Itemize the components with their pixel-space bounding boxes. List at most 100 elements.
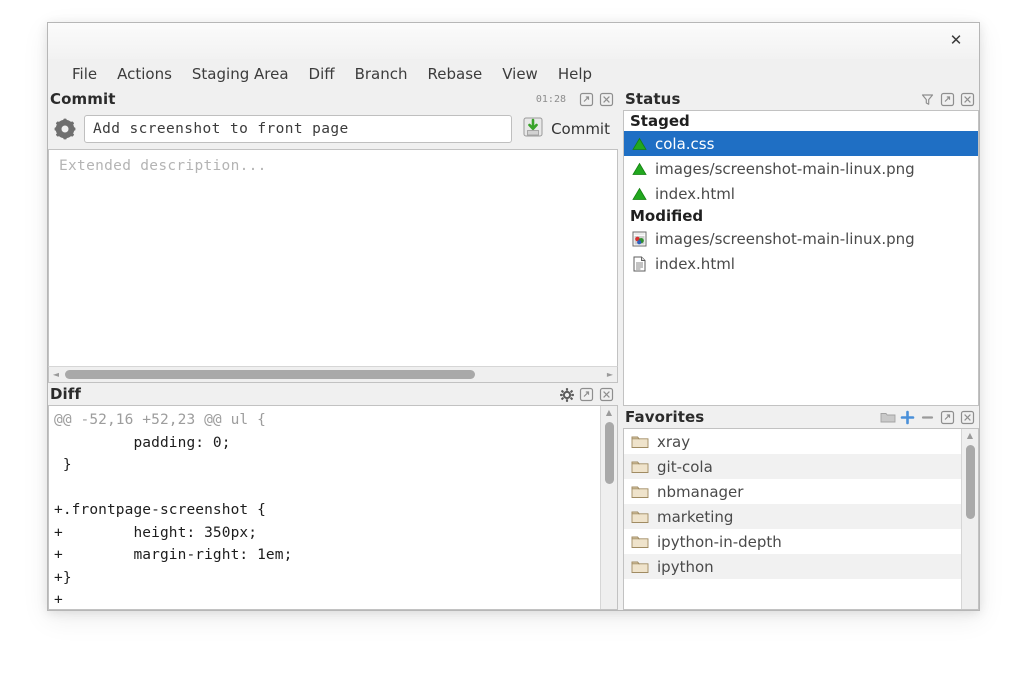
staged-triangle-icon <box>630 136 648 152</box>
window-close-icon[interactable]: ✕ <box>947 31 965 49</box>
diff-vscrollbar[interactable]: ▲ <box>600 406 617 609</box>
commit-float-icon[interactable] <box>579 92 594 107</box>
commit-input-row: Commit <box>48 110 618 149</box>
hscroll-track[interactable] <box>63 367 603 382</box>
favorites-dock-header: Favorites <box>623 406 979 428</box>
status-file-label: index.html <box>655 185 735 203</box>
favorites-row[interactable]: nbmanager <box>624 479 961 504</box>
menu-diff[interactable]: Diff <box>299 63 345 85</box>
status-file-label: images/screenshot-main-linux.png <box>655 230 915 248</box>
open-folder-icon[interactable] <box>880 410 895 425</box>
favorites-label: marketing <box>657 508 733 526</box>
favorites-row[interactable]: marketing <box>624 504 961 529</box>
diff-line-text: +.frontpage-screenshot { <box>54 502 266 518</box>
favorites-close-icon[interactable] <box>960 410 975 425</box>
diff-line-context: } <box>49 454 600 477</box>
folder-icon <box>631 509 651 524</box>
favorites-label: ipython <box>657 558 714 576</box>
hscroll-right-arrow-icon[interactable]: ► <box>603 367 617 382</box>
diff-line-add: + <box>49 589 600 609</box>
diff-text[interactable]: @@ -52,16 +52,23 @@ ul { padding: 0; } +… <box>49 406 600 609</box>
status-file-label: cola.css <box>655 135 714 153</box>
favorites-vscrollbar[interactable]: ▲ <box>961 429 978 609</box>
favorites-panel: Favorites <box>623 406 979 610</box>
commit-summary-input[interactable] <box>84 115 512 143</box>
image-file-icon <box>630 231 648 247</box>
menu-file[interactable]: File <box>62 63 107 85</box>
status-file-row[interactable]: cola.css <box>624 131 978 156</box>
menu-staging-area[interactable]: Staging Area <box>182 63 299 85</box>
favorites-label: git-cola <box>657 458 713 476</box>
add-favorite-plus-icon[interactable] <box>900 410 915 425</box>
folder-icon <box>631 559 651 574</box>
commit-description-placeholder: Extended description... <box>49 150 617 182</box>
favorites-scroll-up-arrow-icon[interactable]: ▲ <box>967 429 973 443</box>
favorites-list[interactable]: xray git-cola nbmanager marketing ipython-in… <box>623 428 979 610</box>
commit-button[interactable]: Commit <box>520 114 616 144</box>
diff-settings-gear-icon[interactable] <box>559 387 574 402</box>
status-file-row[interactable]: index.html <box>624 251 978 276</box>
menubar: FileActionsStaging AreaDiffBranchRebaseV… <box>48 59 979 88</box>
diff-line-context <box>49 477 600 500</box>
diff-line-hunk: @@ -52,16 +52,23 @@ ul { <box>49 409 600 432</box>
diff-vscroll-track[interactable] <box>602 420 617 609</box>
diff-line-add: + height: 350px; <box>49 522 600 545</box>
commit-panel-title: Commit <box>50 90 116 108</box>
hscroll-left-arrow-icon[interactable]: ◄ <box>49 367 63 382</box>
text-file-icon <box>630 256 648 272</box>
favorites-row[interactable]: ipython <box>624 554 961 579</box>
diff-view[interactable]: @@ -52,16 +52,23 @@ ul { padding: 0; } +… <box>48 405 618 610</box>
commit-close-icon[interactable] <box>599 92 614 107</box>
gear-icon[interactable] <box>50 114 80 144</box>
status-file-row[interactable]: index.html <box>624 181 978 206</box>
hscroll-thumb[interactable] <box>65 370 475 379</box>
right-column: Status <box>623 88 979 610</box>
diff-scroll-up-arrow-icon[interactable]: ▲ <box>606 406 612 420</box>
status-close-icon[interactable] <box>960 92 975 107</box>
favorites-row[interactable]: ipython-in-depth <box>624 529 961 554</box>
favorites-vscroll-thumb[interactable] <box>966 445 975 519</box>
folder-icon <box>631 459 651 474</box>
filter-funnel-icon[interactable] <box>920 92 935 107</box>
main-split: Commit 01:28 <box>48 88 979 610</box>
diff-line-add: +} <box>49 567 600 590</box>
diff-close-icon[interactable] <box>599 387 614 402</box>
diff-line-text: + <box>54 592 63 608</box>
status-file-label: images/screenshot-main-linux.png <box>655 160 915 178</box>
staged-triangle-icon <box>630 161 648 177</box>
favorites-row[interactable]: xray <box>624 429 961 454</box>
folder-icon <box>631 484 651 499</box>
favorites-float-icon[interactable] <box>940 410 955 425</box>
diff-vscroll-thumb[interactable] <box>605 422 614 484</box>
app-root: ✕ FileActionsStaging AreaDiffBranchRebas… <box>0 0 1024 675</box>
menu-branch[interactable]: Branch <box>345 63 418 85</box>
diff-line-text: +} <box>54 570 72 586</box>
menu-help[interactable]: Help <box>548 63 602 85</box>
diff-line-text: + margin-right: 1em; <box>54 547 292 563</box>
favorites-row[interactable]: git-cola <box>624 454 961 479</box>
status-dock-header: Status <box>623 88 979 110</box>
status-file-label: index.html <box>655 255 735 273</box>
commit-button-label: Commit <box>551 120 610 138</box>
menu-view[interactable]: View <box>492 63 548 85</box>
diff-line-context: padding: 0; <box>49 432 600 455</box>
favorites-label: xray <box>657 433 690 451</box>
description-hscrollbar[interactable]: ◄ ► <box>48 366 618 383</box>
menu-actions[interactable]: Actions <box>107 63 182 85</box>
status-float-icon[interactable] <box>940 92 955 107</box>
diff-float-icon[interactable] <box>579 387 594 402</box>
window-titlebar: ✕ <box>48 23 979 59</box>
status-list[interactable]: Stagedcola.cssimages/screenshot-main-lin… <box>623 110 979 406</box>
menu-rebase[interactable]: Rebase <box>418 63 493 85</box>
favorites-label: ipython-in-depth <box>657 533 782 551</box>
status-file-row[interactable]: images/screenshot-main-linux.png <box>624 156 978 181</box>
favorites-vscroll-track[interactable] <box>963 443 978 609</box>
status-panel-title: Status <box>625 90 680 108</box>
favorites-rows: xray git-cola nbmanager marketing ipython-in… <box>624 429 961 609</box>
commit-download-icon <box>522 116 544 142</box>
diff-panel-title: Diff <box>50 385 81 403</box>
status-file-row[interactable]: images/screenshot-main-linux.png <box>624 226 978 251</box>
remove-favorite-minus-icon[interactable] <box>920 410 935 425</box>
commit-dock-header: Commit 01:28 <box>48 88 618 110</box>
commit-description-area[interactable]: Extended description... <box>48 149 618 366</box>
